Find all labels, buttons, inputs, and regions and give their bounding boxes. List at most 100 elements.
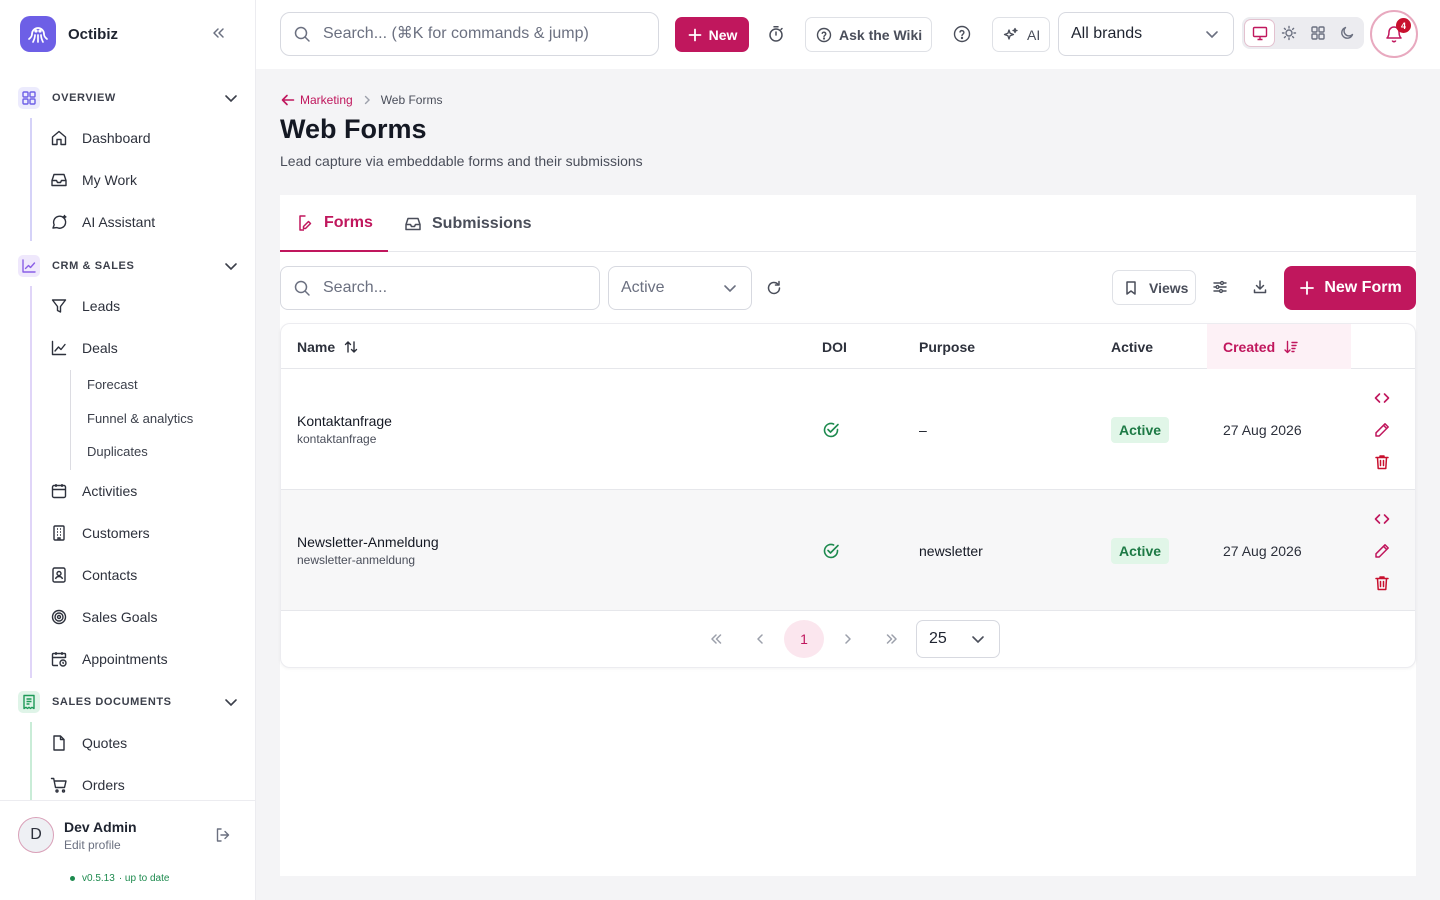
refresh-icon[interactable] [766,280,782,296]
status-filter-select[interactable]: Active [608,266,752,310]
trash-icon[interactable] [1373,453,1391,471]
active-status-cell: Active [1111,369,1170,490]
section-sales-documents[interactable]: SALES DOCUMENTS [18,690,240,714]
filter-icon [50,297,68,315]
sidebar-item-activities[interactable]: Activities [50,478,137,504]
tab-forms[interactable]: Forms [280,195,388,252]
per-page-select[interactable]: 25 [916,620,1000,658]
first-page-icon[interactable] [696,620,736,658]
column-header-created[interactable]: Created [1207,324,1351,369]
timer-icon[interactable] [767,25,785,43]
embed-code-icon[interactable] [1373,510,1391,528]
column-header-name[interactable]: Name [297,324,359,369]
building-icon [50,524,68,542]
status-filter-value: Active [621,279,665,296]
embed-code-icon[interactable] [1373,389,1391,407]
sidebar-subitem-duplicates[interactable]: Duplicates [87,444,148,459]
per-page-value: 25 [929,630,947,647]
update-status: · up to date [118,873,170,884]
status-badge: Active [1111,537,1170,564]
created-date: 27 Aug 2026 [1223,421,1302,438]
table-row[interactable]: Kontaktanfrage kontaktanfrage – Active 2… [281,369,1415,490]
trash-icon[interactable] [1373,574,1391,592]
section-label: OVERVIEW [52,92,116,104]
notifications-button[interactable]: 4 [1370,10,1418,58]
breadcrumb: Marketing Web Forms [280,92,442,108]
cart-icon [50,776,68,794]
document-icon [50,734,68,752]
target-icon [50,608,68,626]
sidebar-item-sales-goals[interactable]: Sales Goals [50,604,157,630]
sidebar-item-contacts[interactable]: Contacts [50,562,137,588]
ask-wiki-button[interactable]: Ask the Wiki [805,17,932,52]
sidebar-item-leads[interactable]: Leads [50,293,120,319]
sidebar-item-quotes[interactable]: Quotes [50,730,127,756]
brand-select[interactable]: All brands [1058,12,1234,56]
forms-search[interactable] [280,266,600,310]
form-slug: kontaktanfrage [297,432,377,446]
status-dot [70,876,75,881]
page-number-button[interactable]: 1 [784,620,824,658]
sidebar-subitem-funnel[interactable]: Funnel & analytics [87,411,193,426]
page-title: Web Forms [280,114,427,144]
collapse-sidebar-icon[interactable] [210,25,226,41]
chevron-down-icon [222,257,240,275]
chevron-down-icon [1203,25,1221,43]
sidebar-item-customers[interactable]: Customers [50,520,150,546]
last-page-icon[interactable] [872,620,912,658]
row-actions [1373,490,1395,611]
receipt-icon [18,691,40,713]
chart-line-icon [18,255,40,277]
sidebar-item-dashboard[interactable]: Dashboard [50,125,151,151]
settings-sliders-icon[interactable] [1212,279,1228,295]
sidebar-item-appointments[interactable]: Appointments [50,646,168,672]
edit-document-icon [296,214,314,232]
chevron-down-icon [222,693,240,711]
download-icon[interactable] [1252,279,1268,295]
sidebar-item-deals[interactable]: Deals [50,335,118,361]
edit-profile-link[interactable]: Edit profile [64,838,121,852]
column-header-doi[interactable]: DOI [822,324,847,369]
logout-icon[interactable] [214,826,232,844]
tab-submissions[interactable]: Submissions [404,195,532,252]
chevron-right-icon [361,94,373,106]
forms-search-input[interactable] [323,279,583,297]
chevron-down-icon [969,630,987,648]
layout-grid-icon[interactable] [1303,20,1332,46]
pencil-icon[interactable] [1373,421,1391,439]
user-name: Dev Admin [64,819,137,835]
plus-icon [687,27,703,43]
next-page-icon[interactable] [828,620,868,658]
moon-icon[interactable] [1332,20,1361,46]
sidebar-subitem-forecast[interactable]: Forecast [87,377,138,392]
search-icon [293,25,311,43]
column-header-active[interactable]: Active [1111,324,1153,369]
plus-icon [1298,279,1316,297]
ai-button[interactable]: AI [992,17,1050,52]
breadcrumb-marketing-link[interactable]: Marketing [300,93,353,107]
arrow-left-icon[interactable] [280,92,296,108]
views-button[interactable]: Views [1112,270,1196,305]
global-search-input[interactable] [323,25,643,43]
new-button[interactable]: New [675,17,749,52]
section-line [30,118,32,241]
help-icon[interactable] [953,25,971,43]
table-row[interactable]: Newsletter-Anmeldung newsletter-anmeldun… [281,490,1415,611]
octopus-logo-icon[interactable] [20,16,56,52]
avatar[interactable]: D [18,817,54,853]
section-crm-sales[interactable]: CRM & SALES [18,254,240,278]
sun-icon[interactable] [1274,20,1303,46]
sidebar-item-ai-assistant[interactable]: AI Assistant [50,209,155,235]
sidebar-item-my-work[interactable]: My Work [50,167,137,193]
column-header-purpose[interactable]: Purpose [919,324,975,369]
monitor-icon[interactable] [1245,20,1274,46]
new-form-button[interactable]: New Form [1284,266,1416,310]
global-search[interactable] [280,12,659,56]
sidebar: Octibiz OVERVIEW Dashboard My Work AI As… [0,0,256,900]
chevron-down-icon [721,279,739,297]
pencil-icon[interactable] [1373,542,1391,560]
previous-page-icon[interactable] [740,620,780,658]
section-overview[interactable]: OVERVIEW [18,86,240,110]
sidebar-item-orders[interactable]: Orders [50,772,125,798]
inbox-icon [404,215,422,233]
